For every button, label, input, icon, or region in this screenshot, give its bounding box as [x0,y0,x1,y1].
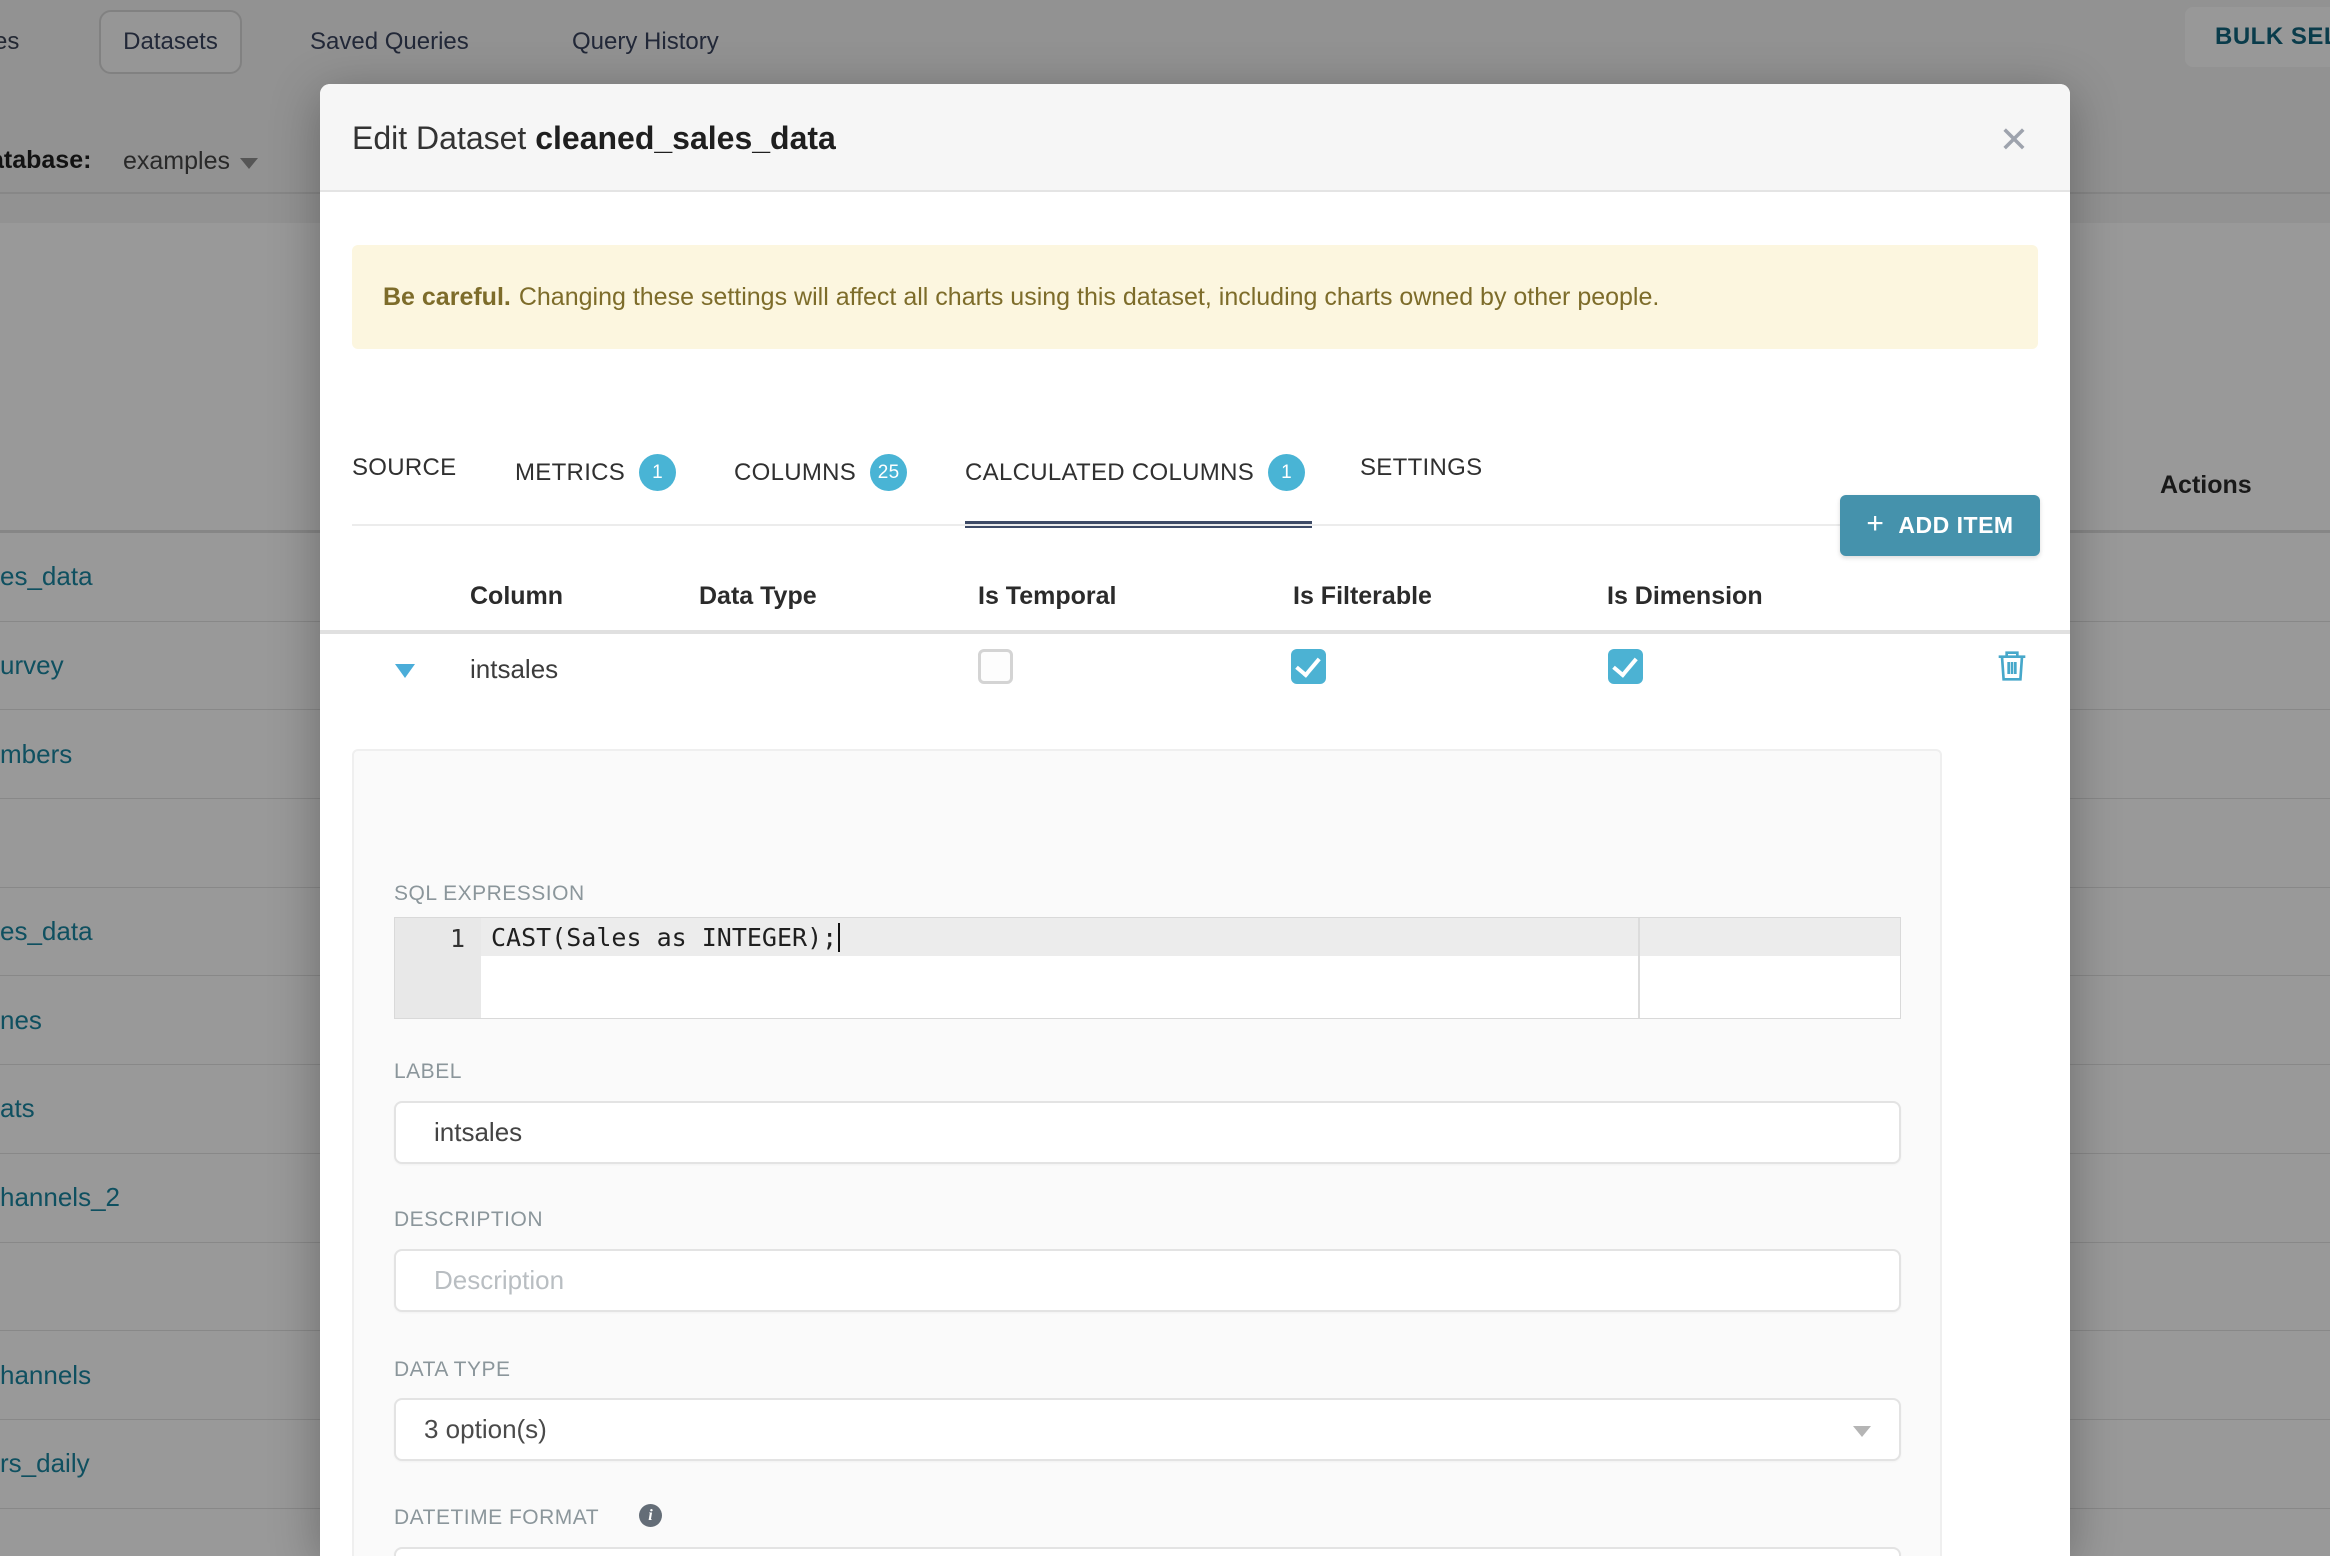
plus-icon: + [1866,507,1885,540]
chevron-down-icon [1853,1426,1871,1437]
modal-title-prefix: Edit Dataset [352,120,536,156]
tab-settings[interactable]: SETTINGS [1360,454,1482,482]
tab-label: SOURCE [352,454,457,481]
edit-dataset-modal: Edit Dataset cleaned_sales_data ✕ Be car… [320,84,2070,1556]
add-item-label: ADD ITEM [1898,512,2014,538]
tab-label: CALCULATED COLUMNS [965,458,1255,486]
is-temporal-checkbox[interactable] [978,649,1013,684]
calculated-columns-table-header: Column Data Type Is Temporal Is Filterab… [320,564,2070,630]
description-input[interactable] [394,1249,1901,1312]
modal-header: Edit Dataset cleaned_sales_data ✕ [320,84,2070,192]
is-filterable-header: Is Filterable [1293,582,1432,610]
tab-label: COLUMNS [734,458,857,486]
tab-calculated-columns[interactable]: CALCULATED COLUMNS 1 [965,454,1306,491]
column-detail-panel: SQL EXPRESSION 1 CAST(Sales as INTEGER);… [352,749,1942,1556]
modal-title-dataset-name: cleaned_sales_data [535,120,836,156]
tab-label: METRICS [515,458,626,486]
delete-trash-icon[interactable] [1996,648,2028,684]
editor-gutter: 1 [395,918,481,1018]
description-field-label: DESCRIPTION [394,1208,544,1231]
tab-source[interactable]: SOURCE [352,454,456,482]
line-number: 1 [449,924,465,953]
label-input[interactable] [394,1101,1901,1164]
tab-columns[interactable]: COLUMNS 25 [734,454,908,491]
warning-banner: Be careful. Changing these settings will… [352,245,2038,349]
editor-print-margin [1638,918,1640,1018]
text-cursor [838,923,841,952]
sql-expression-editor[interactable]: 1 CAST(Sales as INTEGER); [394,917,1901,1019]
add-item-button[interactable]: + ADD ITEM [1840,495,2040,556]
data-type-header: Data Type [699,582,817,610]
is-temporal-header: Is Temporal [978,582,1117,610]
column-name: intsales [470,654,559,684]
column-header: Column [470,582,564,610]
label-field-label: LABEL [394,1060,462,1083]
tab-metrics[interactable]: METRICS 1 [515,454,677,491]
columns-count-badge: 25 [870,454,908,491]
is-dimension-header: Is Dimension [1607,582,1763,610]
datetime-format-field-label: DATETIME FORMAT [394,1506,600,1529]
calculated-column-row: intsales [320,634,2070,712]
data-type-select[interactable]: 3 option(s) [394,1398,1901,1461]
datetime-format-input[interactable] [394,1547,1901,1556]
info-icon[interactable]: i [639,1504,662,1527]
metrics-count-badge: 1 [639,454,677,491]
is-filterable-checkbox[interactable] [1291,649,1326,684]
calculated-columns-count-badge: 1 [1268,454,1306,491]
collapse-row-caret-icon[interactable] [395,664,415,678]
divider [352,524,2038,526]
warning-banner-text: Changing these settings will affect all … [518,282,1660,311]
is-dimension-checkbox[interactable] [1608,649,1643,684]
sql-code: CAST(Sales as INTEGER); [491,923,841,952]
data-type-field-label: DATA TYPE [394,1358,511,1381]
modal-title: Edit Dataset cleaned_sales_data [352,120,836,157]
tab-label: SETTINGS [1360,454,1483,481]
data-type-select-value: 3 option(s) [424,1414,547,1444]
close-icon[interactable]: ✕ [1982,114,2046,166]
sql-expression-label: SQL EXPRESSION [394,882,585,905]
modal-tabs: SOURCE METRICS 1 COLUMNS 25 CALCULATED C… [352,414,2038,528]
warning-banner-bold: Be careful. [383,282,511,311]
